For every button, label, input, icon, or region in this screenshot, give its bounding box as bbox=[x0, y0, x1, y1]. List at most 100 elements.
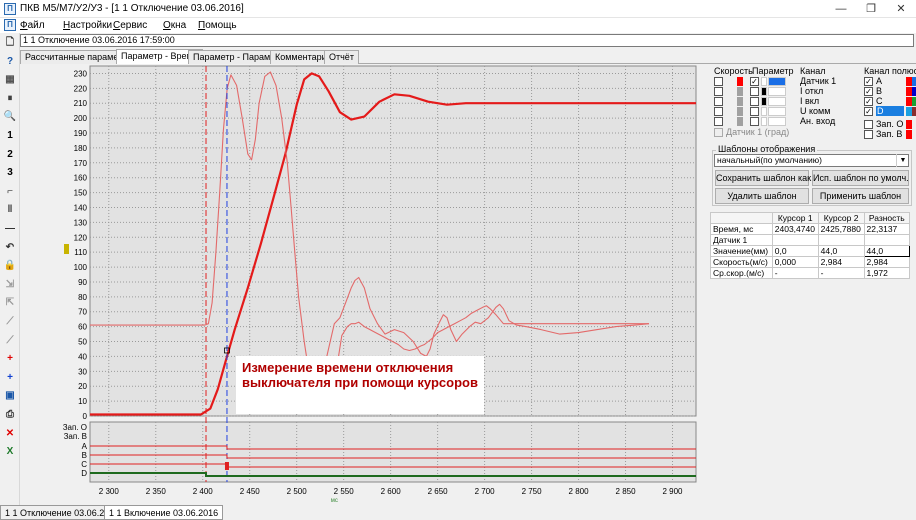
blue-cursor-icon[interactable]: + bbox=[2, 370, 18, 386]
grid-icon[interactable]: ▦ bbox=[2, 72, 18, 88]
speed-checkbox-1[interactable] bbox=[714, 87, 723, 96]
mode-3-icon[interactable]: 3 bbox=[2, 165, 18, 181]
measurement-cell[interactable]: 44,0 bbox=[817, 245, 865, 257]
measurement-cell[interactable]: - bbox=[771, 267, 819, 279]
chevron-down-icon[interactable]: ▼ bbox=[896, 154, 909, 167]
channel-label-1[interactable]: I откл bbox=[800, 86, 823, 96]
menu-2[interactable]: Сервис bbox=[113, 20, 147, 31]
measurement-cell[interactable]: 0,000 bbox=[771, 256, 819, 268]
parameter-time-chart[interactable]: 2 300 2 350 2 400 2 450 2 500 2 550 2 600 2 650… bbox=[60, 64, 708, 504]
sensor-grad-checkbox[interactable] bbox=[714, 128, 723, 137]
channel-label-3[interactable]: U комм bbox=[800, 106, 830, 116]
y-tick-label: 150 bbox=[74, 189, 88, 198]
x-tick-label: 2 850 bbox=[616, 487, 637, 496]
template-button-1[interactable]: Исп. шаблон по умолч. bbox=[812, 170, 909, 186]
speed-checkbox-0[interactable] bbox=[714, 77, 723, 86]
double-cursor-icon[interactable]: ⏸ bbox=[2, 91, 18, 107]
measurement-cell[interactable]: 2,984 bbox=[863, 256, 911, 268]
speed-checkbox-3[interactable] bbox=[714, 107, 723, 116]
channel-label-2[interactable]: I вкл bbox=[800, 96, 819, 106]
template-button-0[interactable]: Сохранить шаблон как... bbox=[715, 170, 819, 186]
record-selector[interactable]: 1 1 Отключение 03.06.2016 17:59:00 bbox=[20, 34, 914, 47]
menu-0[interactable]: Файл bbox=[20, 20, 45, 31]
param-checkbox-1[interactable] bbox=[750, 87, 759, 96]
zoom-window-icon[interactable]: ⇲ bbox=[2, 277, 18, 293]
open-icon[interactable]: 🗋 bbox=[2, 35, 18, 51]
document-icon[interactable]: П bbox=[4, 19, 16, 31]
param-color-2[interactable] bbox=[761, 97, 767, 106]
trend-icon[interactable]: ⟋ bbox=[2, 314, 18, 330]
param-color-4[interactable] bbox=[761, 117, 767, 126]
speed-color-3[interactable] bbox=[737, 107, 743, 116]
measurement-cell[interactable]: - bbox=[817, 267, 865, 279]
param-color2-3[interactable] bbox=[768, 107, 786, 116]
delete-icon[interactable]: ✕ bbox=[2, 426, 18, 442]
red-cursor-icon[interactable]: + bbox=[2, 351, 18, 367]
zap-checkbox-1[interactable] bbox=[864, 130, 873, 139]
splitter-handle-icon[interactable] bbox=[64, 244, 69, 254]
measurement-cell[interactable]: 1,972 bbox=[863, 267, 911, 279]
menu-4[interactable]: Помощь bbox=[198, 20, 237, 31]
tab-4[interactable]: Отчёт bbox=[324, 50, 359, 64]
help-icon[interactable]: ? bbox=[2, 54, 18, 70]
param-checkbox-0[interactable]: ✓ bbox=[750, 77, 759, 86]
pole-checkbox-3[interactable]: ✓ bbox=[864, 107, 873, 116]
crop-icon[interactable]: ⌐ bbox=[2, 184, 18, 200]
speed-checkbox-4[interactable] bbox=[714, 117, 723, 126]
speed-color-2[interactable] bbox=[737, 97, 743, 106]
pole-checkbox-1[interactable]: ✓ bbox=[864, 87, 873, 96]
measurement-cell[interactable] bbox=[771, 234, 819, 246]
pole-checkbox-2[interactable]: ✓ bbox=[864, 97, 873, 106]
measurement-cell[interactable] bbox=[817, 234, 865, 246]
speed-color-4[interactable] bbox=[737, 117, 743, 126]
close-button[interactable]: ✕ bbox=[886, 0, 916, 18]
zoom-out-icon[interactable]: ⇱ bbox=[2, 295, 18, 311]
measurement-cell[interactable]: 2,984 bbox=[817, 256, 865, 268]
restore-button[interactable]: ❐ bbox=[856, 0, 886, 18]
minimize-button[interactable]: — bbox=[826, 0, 856, 18]
measurement-cell[interactable] bbox=[863, 234, 911, 246]
measurement-cell[interactable]: 44,0 bbox=[863, 245, 911, 257]
horizontal-line-icon[interactable]: — bbox=[2, 221, 18, 237]
speed-color-0[interactable] bbox=[737, 77, 743, 86]
lock-icon[interactable]: 🔒 bbox=[2, 258, 18, 274]
template-button-3[interactable]: Применить шаблон bbox=[812, 188, 909, 204]
measurement-cell[interactable]: 2403,4740 bbox=[771, 223, 819, 235]
vertical-lines-icon[interactable]: ‖ bbox=[2, 202, 18, 218]
sensor-grad-label: Датчик 1 (град) bbox=[726, 127, 790, 137]
template-select[interactable]: начальный(по умолчанию) bbox=[714, 154, 909, 167]
print-icon[interactable]: ⎙ bbox=[2, 407, 18, 423]
param-color-3[interactable] bbox=[761, 107, 767, 116]
zap-checkbox-0[interactable] bbox=[864, 120, 873, 129]
param-color2-0[interactable] bbox=[768, 77, 786, 86]
frame-icon[interactable]: ▣ bbox=[2, 388, 18, 404]
trend-2-icon[interactable]: ⟋ bbox=[2, 333, 18, 349]
window-tab-1[interactable]: 1 1 Включение 03.06.2016 bbox=[104, 505, 224, 520]
undo-icon[interactable]: ↶ bbox=[2, 240, 18, 256]
zap-color-0[interactable] bbox=[906, 120, 912, 129]
excel-icon[interactable]: X bbox=[2, 444, 18, 460]
param-color2-4[interactable] bbox=[768, 117, 786, 126]
param-checkbox-3[interactable] bbox=[750, 107, 759, 116]
pole-checkbox-0[interactable]: ✓ bbox=[864, 77, 873, 86]
menu-3[interactable]: Окна bbox=[163, 20, 186, 31]
speed-checkbox-2[interactable] bbox=[714, 97, 723, 106]
template-button-2[interactable]: Удалить шаблон bbox=[715, 188, 809, 204]
param-color-1[interactable] bbox=[761, 87, 767, 96]
zoom-icon[interactable]: 🔍 bbox=[2, 109, 18, 125]
mode-2-icon[interactable]: 2 bbox=[2, 147, 18, 163]
mode-1-icon[interactable]: 1 bbox=[2, 128, 18, 144]
param-color-0[interactable] bbox=[761, 77, 767, 86]
zap-color-1[interactable] bbox=[906, 130, 912, 139]
measurement-cell[interactable]: 0,0 bbox=[771, 245, 819, 257]
param-checkbox-2[interactable] bbox=[750, 97, 759, 106]
channel-label-0[interactable]: Датчик 1 bbox=[800, 76, 836, 86]
param-color2-1[interactable] bbox=[768, 87, 786, 96]
channel-label-4[interactable]: Ан. вход bbox=[800, 116, 835, 126]
measurement-cell[interactable]: 2425,7880 bbox=[817, 223, 865, 235]
menu-1[interactable]: Настройки bbox=[63, 20, 112, 31]
measurement-cell[interactable]: 22,3137 bbox=[863, 223, 911, 235]
param-checkbox-4[interactable] bbox=[750, 117, 759, 126]
speed-color-1[interactable] bbox=[737, 87, 743, 96]
param-color2-2[interactable] bbox=[768, 97, 786, 106]
